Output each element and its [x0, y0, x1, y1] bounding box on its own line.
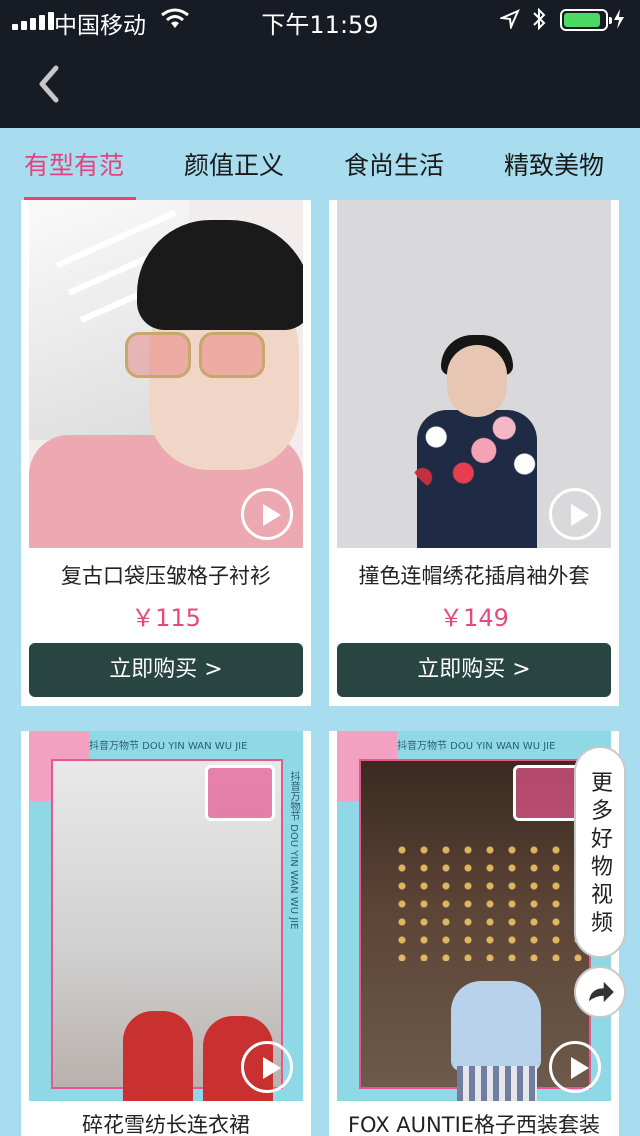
buy-now-button[interactable]: 立即购买 >	[337, 643, 611, 697]
tab-youxing-youfan[interactable]: 有型有范	[24, 146, 124, 182]
more-videos-char: 视	[590, 883, 613, 908]
play-icon[interactable]	[549, 488, 601, 540]
tab-jingzhi-meiwu[interactable]: 精致美物	[504, 146, 604, 182]
more-videos-char: 好	[590, 827, 613, 852]
product-name: 复古口袋压皱格子衬衫	[61, 564, 271, 588]
play-icon[interactable]	[549, 1041, 601, 1093]
product-name: 撞色连帽绣花插肩袖外套	[358, 564, 590, 588]
buy-now-button[interactable]: 立即购买 >	[29, 643, 303, 697]
product-video-thumbnail[interactable]: 抖音万物节 DOU YIN WAN WU JIE	[337, 731, 611, 1101]
back-arrow-icon[interactable]	[30, 62, 70, 106]
more-videos-char: 更	[590, 771, 613, 796]
festival-banner: 抖音万物节 DOU YIN WAN WU JIE	[89, 741, 248, 752]
festival-side-text: 抖音万物节 DOU YIN WAN WU JIE	[288, 771, 299, 930]
location-icon	[500, 9, 520, 29]
more-videos-button[interactable]: 更多好物视频	[574, 746, 626, 958]
festival-banner: 抖音万物节 DOU YIN WAN WU JIE	[397, 741, 556, 752]
product-card[interactable]: 抖音万物节 DOU YIN WAN WU JIE 抖音万物节 DOU YIN W…	[21, 731, 311, 1136]
product-card[interactable]: 复古口袋压皱格子衬衫 ￥115 立即购买 >	[21, 200, 311, 706]
product-video-thumbnail[interactable]	[29, 200, 303, 548]
play-icon[interactable]	[241, 1041, 293, 1093]
product-card[interactable]: 撞色连帽绣花插肩袖外套 ￥149 立即购买 >	[329, 200, 619, 706]
tab-shishang-shenghuo[interactable]: 食尚生活	[344, 146, 444, 182]
more-videos-char: 物	[590, 855, 613, 880]
product-price: ￥149	[439, 604, 509, 632]
charging-icon	[614, 9, 624, 29]
category-tabs: 有型有范 颜值正义 食尚生活 精致美物	[0, 128, 640, 200]
product-name: 碎花雪纺长连衣裙	[82, 1113, 250, 1136]
bluetooth-icon	[533, 7, 546, 31]
status-bar: 中国移动 下午11:59	[0, 0, 640, 40]
product-price: ￥115	[131, 604, 201, 632]
product-video-thumbnail[interactable]	[337, 200, 611, 548]
festival-logo-icon	[513, 765, 583, 821]
product-video-thumbnail[interactable]: 抖音万物节 DOU YIN WAN WU JIE 抖音万物节 DOU YIN W…	[29, 731, 303, 1101]
product-name: FOX AUNTIE格子西装套装	[347, 1113, 601, 1136]
more-videos-char: 多	[590, 799, 613, 824]
share-icon[interactable]	[574, 966, 626, 1018]
tab-yanzhi-zhengyi[interactable]: 颜值正义	[184, 146, 284, 182]
festival-logo-icon	[205, 765, 275, 821]
top-bar: 中国移动 下午11:59	[0, 0, 640, 128]
more-videos-char: 频	[590, 911, 613, 936]
play-icon[interactable]	[241, 488, 293, 540]
battery-icon	[560, 9, 612, 31]
more-videos-label: 更多好物视频	[576, 770, 628, 938]
